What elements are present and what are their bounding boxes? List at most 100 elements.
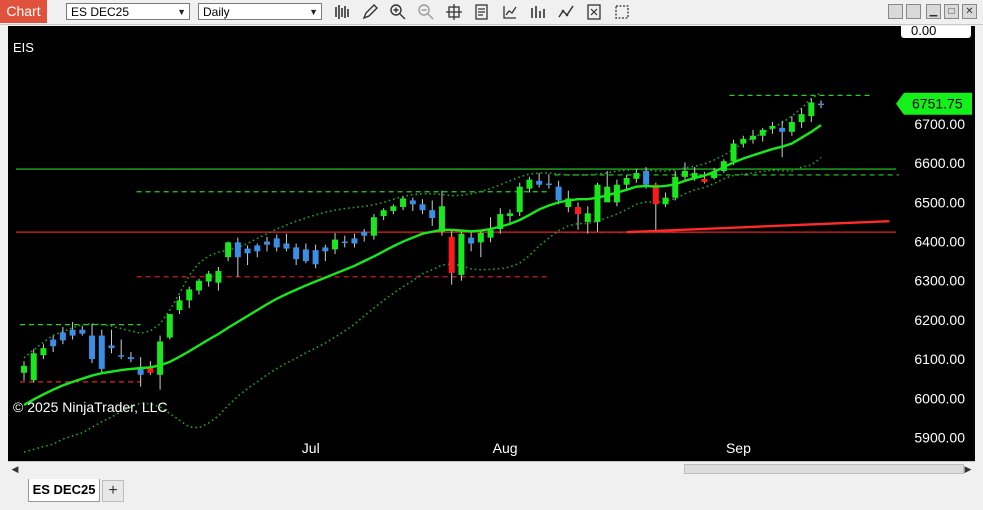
tab-es-dec25[interactable]: ES DEC25 xyxy=(28,479,100,502)
candle-body xyxy=(390,206,397,211)
bar-type-icon[interactable] xyxy=(333,3,351,21)
scroll-left-icon[interactable]: ◀ xyxy=(9,463,21,475)
scroll-right-icon[interactable]: ▶ xyxy=(962,463,974,475)
price-tick-label: 6700.00 xyxy=(914,116,965,132)
candle-body xyxy=(429,210,436,219)
candle-body xyxy=(507,213,513,217)
close-button[interactable]: ✕ xyxy=(962,4,977,19)
scrollbar-thumb[interactable] xyxy=(684,464,964,474)
candle-body xyxy=(186,289,193,301)
chart-panel[interactable]: 5900.00 6000.00 6100.00 6200.00 6300.00 6400.… xyxy=(8,26,975,461)
candle-body xyxy=(215,270,222,283)
candle-body xyxy=(400,198,407,208)
candle-body xyxy=(477,232,484,243)
restore-icon[interactable] xyxy=(888,4,903,19)
candle-body xyxy=(808,102,815,117)
time-axis: Jul Aug Sep xyxy=(302,440,751,456)
price-tick-label: 6500.00 xyxy=(914,194,965,210)
moving-average-line xyxy=(23,124,822,407)
properties-icon[interactable] xyxy=(585,3,603,21)
candle-body xyxy=(283,243,290,249)
candle-body xyxy=(312,250,319,265)
price-tick-label: 6200.00 xyxy=(914,312,965,328)
candle-body xyxy=(769,125,776,129)
chart-style-icon[interactable] xyxy=(557,3,575,21)
candle-body xyxy=(798,114,805,123)
interval-value: Daily xyxy=(203,5,230,19)
strategies-icon[interactable] xyxy=(529,3,547,21)
window-toolbar: Chart ES DEC25 ▼ Daily ▼ ▁ □ ✕ xyxy=(0,0,983,25)
time-tick-label: Jul xyxy=(302,440,320,456)
instrument-selector[interactable]: ES DEC25 ▼ xyxy=(66,3,190,20)
snapshot-icon[interactable] xyxy=(613,3,631,21)
candle-body xyxy=(50,339,57,347)
candle-body xyxy=(195,280,202,291)
moving-average xyxy=(23,124,822,407)
price-chart[interactable]: 5900.00 6000.00 6100.00 6200.00 6300.00 6400.… xyxy=(8,26,975,461)
price-tick-label: 6600.00 xyxy=(914,155,965,171)
candle-body xyxy=(419,204,426,211)
candle-body xyxy=(332,239,339,250)
candle-body xyxy=(302,249,309,262)
candle-body xyxy=(108,345,115,349)
candle-body xyxy=(341,241,348,244)
candle-body xyxy=(633,172,640,179)
candle-body xyxy=(166,314,173,338)
candle-body xyxy=(526,179,533,189)
candle-body xyxy=(575,207,582,215)
candle-body xyxy=(662,197,669,205)
data-box-icon[interactable] xyxy=(473,3,491,21)
candle-body xyxy=(818,103,825,106)
add-tab-button[interactable]: + xyxy=(102,480,124,502)
candle-body xyxy=(254,245,261,252)
candle-body xyxy=(536,180,543,185)
upper-band-line xyxy=(23,91,822,359)
candle-body xyxy=(438,206,445,232)
candle-body xyxy=(176,300,183,311)
maximize-button[interactable]: □ xyxy=(944,4,959,19)
candle-body xyxy=(89,335,96,360)
candle-body xyxy=(448,236,455,273)
candle-body xyxy=(555,186,562,201)
price-tick-label: 6400.00 xyxy=(914,234,965,250)
minimize-icon[interactable] xyxy=(906,4,921,19)
candle-body xyxy=(409,200,416,205)
candle-body xyxy=(545,183,552,186)
indicators-icon[interactable] xyxy=(501,3,519,21)
last-price-tag: 6751.75 xyxy=(896,92,972,115)
horizontal-levels xyxy=(16,94,899,383)
candle-body xyxy=(351,238,358,244)
tab-bar: ES DEC25 + xyxy=(0,477,983,510)
minimize-button[interactable]: ▁ xyxy=(926,4,941,19)
price-tick-label: 6100.00 xyxy=(914,351,965,367)
candle-body xyxy=(69,329,76,336)
zoom-out-icon[interactable] xyxy=(417,3,435,21)
candle-body xyxy=(487,229,494,238)
candle-body xyxy=(127,357,134,360)
candle-body xyxy=(458,233,465,275)
candle-body xyxy=(205,273,212,282)
candle-body xyxy=(750,135,756,140)
candle-body xyxy=(322,247,329,252)
candle-body xyxy=(779,127,786,132)
zoom-in-icon[interactable] xyxy=(389,3,407,21)
candle-body xyxy=(380,210,387,217)
candle-body xyxy=(293,247,300,260)
price-axis: 5900.00 6000.00 6100.00 6200.00 6300.00 6400.… xyxy=(914,116,965,446)
draw-pencil-icon[interactable] xyxy=(361,3,379,21)
time-tick-label: Aug xyxy=(493,440,518,456)
candle-body xyxy=(584,213,591,222)
crosshair-icon[interactable] xyxy=(445,3,463,21)
candle-body xyxy=(788,122,795,132)
horizontal-scrollbar[interactable]: ◀ ▶ xyxy=(8,461,975,476)
candle-body xyxy=(98,335,105,369)
copyright-label: © 2025 NinjaTrader, LLC xyxy=(13,399,168,415)
candle-body xyxy=(79,329,86,334)
candle-body xyxy=(701,178,708,182)
instrument-label: EIS xyxy=(13,40,34,55)
candle-body xyxy=(225,242,232,258)
interval-selector[interactable]: Daily ▼ xyxy=(198,3,322,20)
candle-body xyxy=(59,332,66,341)
candle-body xyxy=(264,241,270,245)
chart-menu-button[interactable]: Chart xyxy=(0,0,47,23)
